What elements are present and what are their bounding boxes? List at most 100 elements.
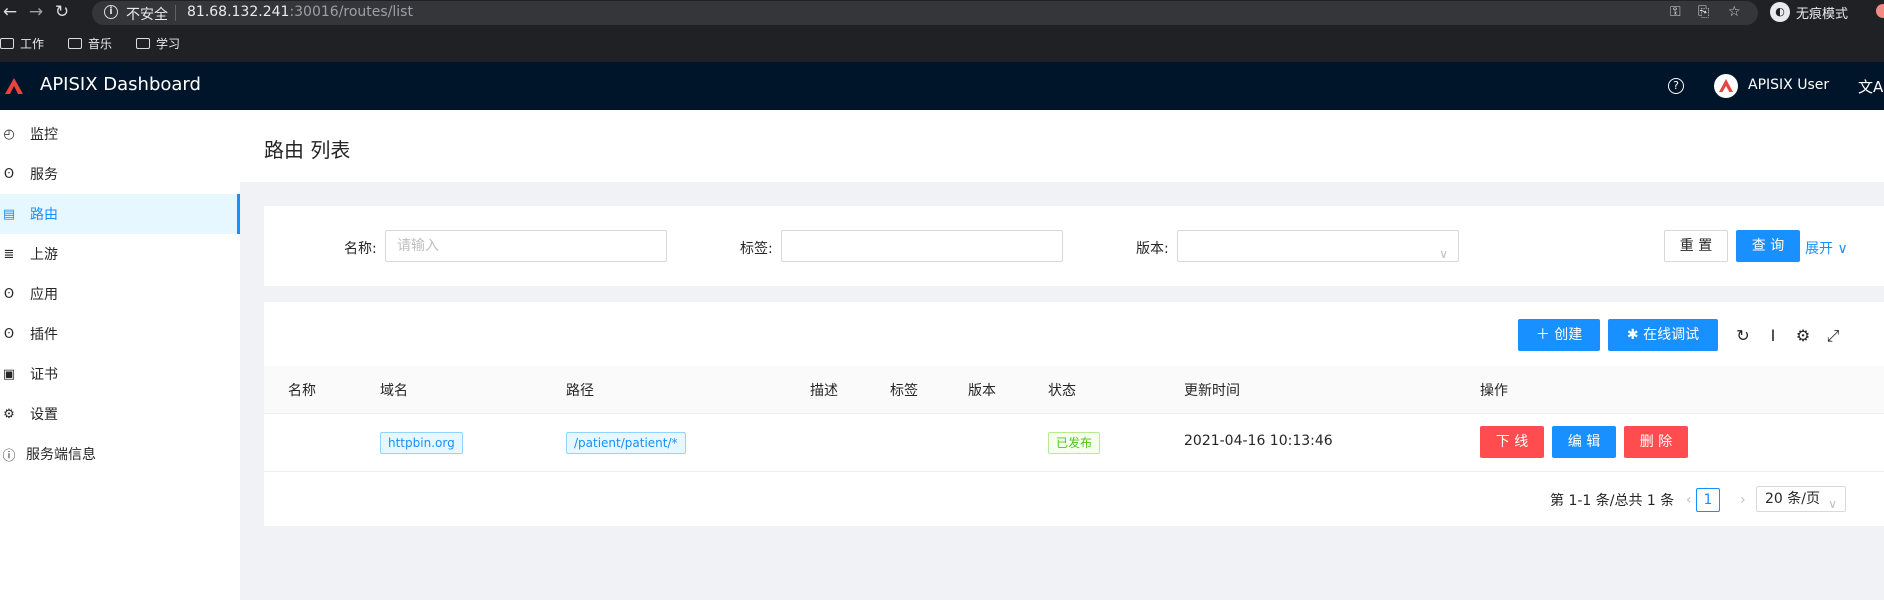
info-icon[interactable]: i bbox=[104, 5, 118, 19]
key-icon[interactable]: ⚿ bbox=[1670, 4, 1681, 20]
bug-icon: ✱ bbox=[1626, 327, 1639, 343]
host-tag: httpbin.org bbox=[380, 432, 463, 454]
back-icon[interactable]: ← bbox=[0, 2, 20, 22]
consumer-icon: ʘ bbox=[3, 286, 15, 302]
url-path: :30016/routes/list bbox=[289, 4, 413, 20]
sidebar-item-label: 证书 bbox=[30, 367, 58, 383]
language-icon[interactable]: 文A bbox=[1858, 76, 1883, 97]
create-label: 创建 bbox=[1554, 327, 1583, 343]
sidebar-item-settings[interactable]: ⚙ 设置 bbox=[0, 394, 240, 434]
page-size-value: 20 条/页 bbox=[1765, 491, 1820, 507]
create-button[interactable]: ＋ 创建 bbox=[1518, 319, 1600, 351]
page-size-select[interactable]: 20 条/页 ∨ bbox=[1756, 486, 1846, 512]
extension-icon[interactable] bbox=[1876, 4, 1884, 18]
pagination-page-1[interactable]: 1 bbox=[1696, 488, 1720, 512]
edit-button[interactable]: 编 辑 bbox=[1552, 426, 1616, 458]
user-name[interactable]: APISIX User bbox=[1748, 77, 1829, 93]
sidebar-item-label: 应用 bbox=[30, 287, 58, 303]
query-button[interactable]: 查 询 bbox=[1736, 230, 1800, 262]
avatar[interactable] bbox=[1714, 74, 1738, 98]
star-icon[interactable]: ☆ bbox=[1728, 4, 1741, 20]
plugin-icon: ʘ bbox=[3, 326, 15, 342]
table-header: 名称 域名 路径 描述 标签 版本 状态 更新时间 操作 bbox=[264, 366, 1884, 414]
expand-label: 展开 bbox=[1805, 241, 1833, 257]
insecure-label: 不安全 bbox=[126, 7, 168, 23]
column-header: 描述 bbox=[810, 383, 838, 399]
column-header: 更新时间 bbox=[1184, 383, 1240, 399]
reload-icon[interactable]: ↻ bbox=[1734, 327, 1752, 345]
address-separator bbox=[175, 5, 176, 21]
column-header: 标签 bbox=[890, 383, 918, 399]
bookmark-music[interactable]: 音乐 bbox=[68, 32, 112, 54]
folder-icon bbox=[0, 37, 14, 49]
sidebar-item-service[interactable]: ʘ 服务 bbox=[0, 154, 240, 194]
page-title: 路由 列表 bbox=[264, 138, 351, 162]
incognito-icon: ◐ bbox=[1770, 2, 1790, 22]
url-text[interactable]: 81.68.132.241:30016/routes/list bbox=[187, 4, 413, 20]
gear-icon[interactable]: ⚙ bbox=[1794, 327, 1812, 345]
online-debug-button[interactable]: ✱ 在线调试 bbox=[1608, 319, 1718, 351]
sidebar-item-server-info[interactable]: ⓘ 服务端信息 bbox=[0, 434, 240, 474]
sidebar-item-ssl[interactable]: ▣ 证书 bbox=[0, 354, 240, 394]
chevron-down-icon: ∨ bbox=[1439, 247, 1448, 261]
sidebar-item-plugin[interactable]: ʘ 插件 bbox=[0, 314, 240, 354]
help-icon[interactable]: ? bbox=[1668, 78, 1684, 94]
sidebar-item-label: 服务端信息 bbox=[26, 447, 96, 463]
bookmark-label: 学习 bbox=[156, 36, 181, 51]
bookmark-study[interactable]: 学习 bbox=[136, 32, 180, 54]
pagination-total: 第 1-1 条/总共 1 条 bbox=[1550, 493, 1675, 509]
incognito-indicator[interactable]: ◐ 无痕模式 bbox=[1770, 2, 1848, 22]
column-header: 状态 bbox=[1048, 383, 1076, 399]
apisix-logo-icon[interactable] bbox=[4, 76, 24, 96]
expand-link[interactable]: 展开 ∨ bbox=[1805, 238, 1848, 258]
updated-time: 2021-04-16 10:13:46 bbox=[1184, 433, 1333, 449]
name-input[interactable]: 请输入 bbox=[385, 230, 667, 262]
reload-icon[interactable]: ↻ bbox=[52, 2, 72, 22]
reset-button[interactable]: 重 置 bbox=[1664, 230, 1728, 262]
bookmark-label: 工作 bbox=[20, 36, 45, 51]
labels-input[interactable] bbox=[781, 230, 1063, 262]
sidebar-item-consumer[interactable]: ʘ 应用 bbox=[0, 274, 240, 314]
bookmarks-bar: 工作 音乐 学习 bbox=[0, 32, 180, 54]
forward-icon[interactable]: → bbox=[26, 2, 46, 22]
chevron-left-icon[interactable]: ‹ bbox=[1686, 492, 1692, 508]
route-table-card: ＋ 创建 ✱ 在线调试 ↻ Ⅰ ⚙ ⤢ 名称 域名 路径 描述 标签 版本 状态… bbox=[264, 302, 1884, 526]
page-header: 路由 列表 bbox=[240, 110, 1884, 182]
app-title[interactable]: APISIX Dashboard bbox=[40, 74, 201, 95]
dashboard-icon: ◴ bbox=[3, 126, 15, 142]
chevron-right-icon[interactable]: › bbox=[1740, 492, 1746, 508]
translate-icon[interactable]: ⎘ bbox=[1698, 4, 1709, 20]
sidebar-item-upstream[interactable]: ≣ 上游 bbox=[0, 234, 240, 274]
name-label: 名称: bbox=[344, 241, 377, 257]
table-row: httpbin.org /patient/patient/* 已发布 2021-… bbox=[264, 414, 1884, 472]
sidebar-item-label: 路由 bbox=[30, 207, 58, 223]
sidebar-item-dashboard[interactable]: ◴ 监控 bbox=[0, 114, 240, 154]
name-placeholder: 请输入 bbox=[397, 238, 439, 254]
delete-button[interactable]: 删 除 bbox=[1624, 426, 1688, 458]
plus-icon: ＋ bbox=[1535, 327, 1550, 343]
column-header: 名称 bbox=[288, 383, 316, 399]
status-badge: 已发布 bbox=[1048, 432, 1101, 454]
sidebar-item-label: 设置 bbox=[30, 407, 58, 423]
column-header: 版本 bbox=[968, 383, 996, 399]
avatar-logo-icon bbox=[1719, 79, 1733, 92]
column-height-icon[interactable]: Ⅰ bbox=[1764, 327, 1782, 345]
bookmark-work[interactable]: 工作 bbox=[0, 32, 44, 54]
sidebar-item-route[interactable]: ▤ 路由 bbox=[0, 194, 240, 234]
chevron-down-icon: ∨ bbox=[1837, 241, 1848, 257]
sidebar-item-label: 上游 bbox=[30, 247, 58, 263]
sidebar-item-label: 监控 bbox=[30, 127, 58, 143]
sidebar-item-label: 服务 bbox=[30, 167, 58, 183]
fullscreen-icon[interactable]: ⤢ bbox=[1824, 327, 1842, 345]
browser-chrome: ← → ↻ i 不安全 81.68.132.241:30016/routes/l… bbox=[0, 0, 1884, 62]
address-bar[interactable]: i 不安全 81.68.132.241:30016/routes/list ⚿ … bbox=[92, 1, 1758, 25]
path-tag: /patient/patient/* bbox=[566, 432, 686, 454]
bookmark-label: 音乐 bbox=[88, 36, 113, 51]
column-header: 操作 bbox=[1480, 383, 1508, 399]
url-host: 81.68.132.241 bbox=[187, 4, 290, 20]
service-icon: ʘ bbox=[3, 166, 15, 182]
info-icon: ⓘ bbox=[2, 448, 16, 464]
version-select[interactable]: ∨ bbox=[1177, 230, 1459, 262]
offline-button[interactable]: 下 线 bbox=[1480, 426, 1544, 458]
labels-label: 标签: bbox=[740, 241, 773, 257]
